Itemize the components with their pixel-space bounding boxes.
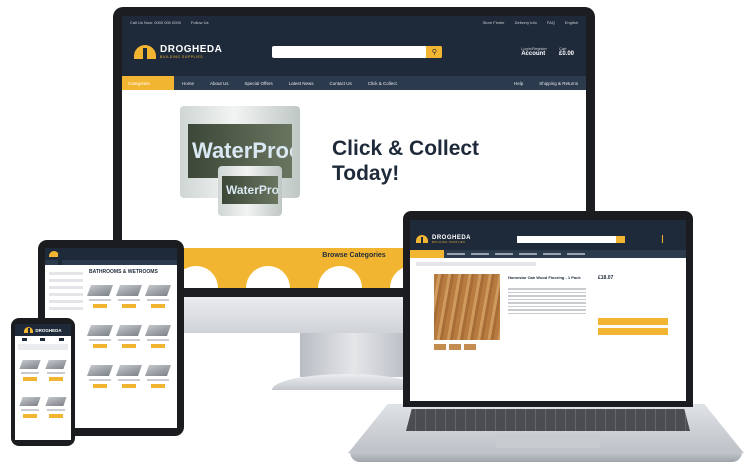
tablet-product-grid [86, 282, 172, 398]
topbar-follow: Follow Us [190, 19, 209, 25]
tablet-header [45, 248, 177, 265]
nav-special-offers[interactable]: Special Offers [237, 76, 281, 90]
cart-total: £0.00 [558, 51, 574, 58]
nav-item[interactable] [519, 253, 537, 255]
product-thumbnail[interactable] [464, 344, 476, 350]
account-link[interactable]: Login/Register Account [521, 46, 547, 58]
product-card[interactable] [45, 357, 67, 391]
product-card[interactable] [86, 282, 114, 318]
click-collect-button[interactable] [598, 328, 668, 335]
product-title: Homestar Oak Wood Flooring - 1 Pack [508, 275, 581, 280]
add-to-basket-button[interactable] [598, 318, 668, 325]
smartphone: DROGHEDA [11, 318, 75, 446]
site-header: DROGHEDA BUILDING SUPPLIES ⚲ Login/Regis… [122, 28, 586, 76]
laptop-header: DROGHEDA BUILDING SUPPLIES [410, 228, 686, 250]
nav-latest-news[interactable]: Latest News [281, 76, 322, 90]
product-thumbnails [434, 344, 476, 350]
nav-item[interactable] [495, 253, 513, 255]
cart-link[interactable]: Cart £0.00 [558, 46, 574, 58]
nav-item[interactable] [447, 253, 465, 255]
nav-about[interactable]: About Us [202, 76, 237, 90]
topbar-phone: Call Us Now: 0000 000 0000 [130, 19, 181, 25]
product-card[interactable] [45, 394, 67, 428]
product-card[interactable] [86, 362, 114, 398]
product-card[interactable] [19, 357, 41, 391]
laptop-search-bar[interactable] [517, 235, 626, 243]
cart-icon[interactable] [59, 338, 65, 341]
account-label: Account [521, 51, 546, 58]
laptop-nav [410, 250, 686, 258]
hard-hat-icon [416, 235, 428, 243]
product-price: £18.07 [598, 275, 614, 281]
small-bucket-image: WaterProof [218, 166, 282, 216]
brand-name: DROGHEDA [160, 44, 223, 55]
search-input[interactable] [272, 46, 426, 58]
mobile-search-input[interactable] [18, 344, 68, 350]
small-bucket-label: WaterProof [222, 176, 278, 204]
hero-line-1: Click & Collect [332, 137, 480, 160]
categories-menu[interactable]: Categories [122, 76, 174, 90]
nav-click-collect[interactable]: Click & Collect [360, 76, 405, 90]
laptop-trackpad [496, 434, 600, 448]
user-icon[interactable] [40, 338, 46, 341]
mobile-icon-row [15, 336, 71, 343]
category-tile[interactable] [318, 266, 362, 288]
product-card[interactable] [86, 322, 114, 358]
mobile-header: DROGHEDA [15, 324, 71, 336]
product-card[interactable] [19, 394, 41, 428]
hard-hat-icon [134, 45, 156, 59]
laptop-front-edge [350, 452, 742, 462]
hard-hat-icon [49, 251, 62, 265]
laptop-account[interactable] [662, 235, 680, 243]
laptop-topbar [410, 220, 686, 228]
product-description [508, 288, 586, 316]
hero-line-2: Today! [332, 162, 400, 186]
laptop: DROGHEDA BUILDING SUPPLIES Homestar Oak … [403, 211, 693, 407]
nav-item[interactable] [471, 253, 489, 255]
nav-help[interactable]: Help [506, 76, 531, 90]
monitor-stand [300, 333, 408, 377]
product-card[interactable] [115, 322, 143, 358]
nav-contact[interactable]: Contact Us [321, 76, 359, 90]
search-icon[interactable]: ⚲ [426, 46, 443, 58]
product-image[interactable] [434, 274, 500, 340]
mobile-website: DROGHEDA [15, 324, 71, 440]
search-bar[interactable]: ⚲ [272, 46, 443, 58]
product-thumbnail[interactable] [434, 344, 446, 350]
product-thumbnail[interactable] [449, 344, 461, 350]
hero-title: Click & Collect Today! [332, 136, 479, 186]
mobile-product-grid [15, 351, 71, 434]
main-nav: Categories Home About Us Special Offers … [122, 76, 586, 90]
top-bar: Call Us Now: 0000 000 0000 Follow Us Sto… [122, 16, 586, 28]
laptop-logo[interactable]: DROGHEDA BUILDING SUPPLIES [416, 235, 471, 244]
laptop-search-input[interactable] [517, 236, 616, 243]
laptop-brand-subtitle: BUILDING SUPPLIES [432, 240, 466, 244]
category-tile[interactable] [246, 266, 290, 288]
laptop-categories-menu[interactable] [410, 250, 444, 258]
topbar-language[interactable]: English [565, 20, 578, 25]
mobile-brand-name: DROGHEDA [35, 327, 62, 333]
menu-icon[interactable] [21, 338, 27, 341]
topbar-faq[interactable]: FAQ [547, 20, 555, 25]
laptop-keyboard [406, 409, 690, 431]
nav-shipping[interactable]: Shipping & Returns [531, 76, 586, 90]
product-card[interactable] [144, 362, 172, 398]
hard-hat-icon [24, 327, 34, 333]
nav-item[interactable] [567, 253, 585, 255]
brand-subtitle: BUILDING SUPPLIES [160, 55, 204, 59]
product-card[interactable] [144, 322, 172, 358]
search-icon[interactable] [616, 235, 626, 243]
topbar-store-finder[interactable]: Store Finder [483, 20, 505, 25]
product-card[interactable] [115, 362, 143, 398]
topbar-delivery[interactable]: Delivery Info [515, 20, 537, 25]
nav-item[interactable] [543, 253, 561, 255]
product-card[interactable] [115, 282, 143, 318]
nav-home[interactable]: Home [174, 76, 202, 90]
breadcrumb [416, 262, 536, 266]
product-card[interactable] [144, 282, 172, 318]
laptop-website: DROGHEDA BUILDING SUPPLIES Homestar Oak … [410, 220, 686, 401]
site-logo[interactable]: DROGHEDA BUILDING SUPPLIES [134, 45, 222, 59]
